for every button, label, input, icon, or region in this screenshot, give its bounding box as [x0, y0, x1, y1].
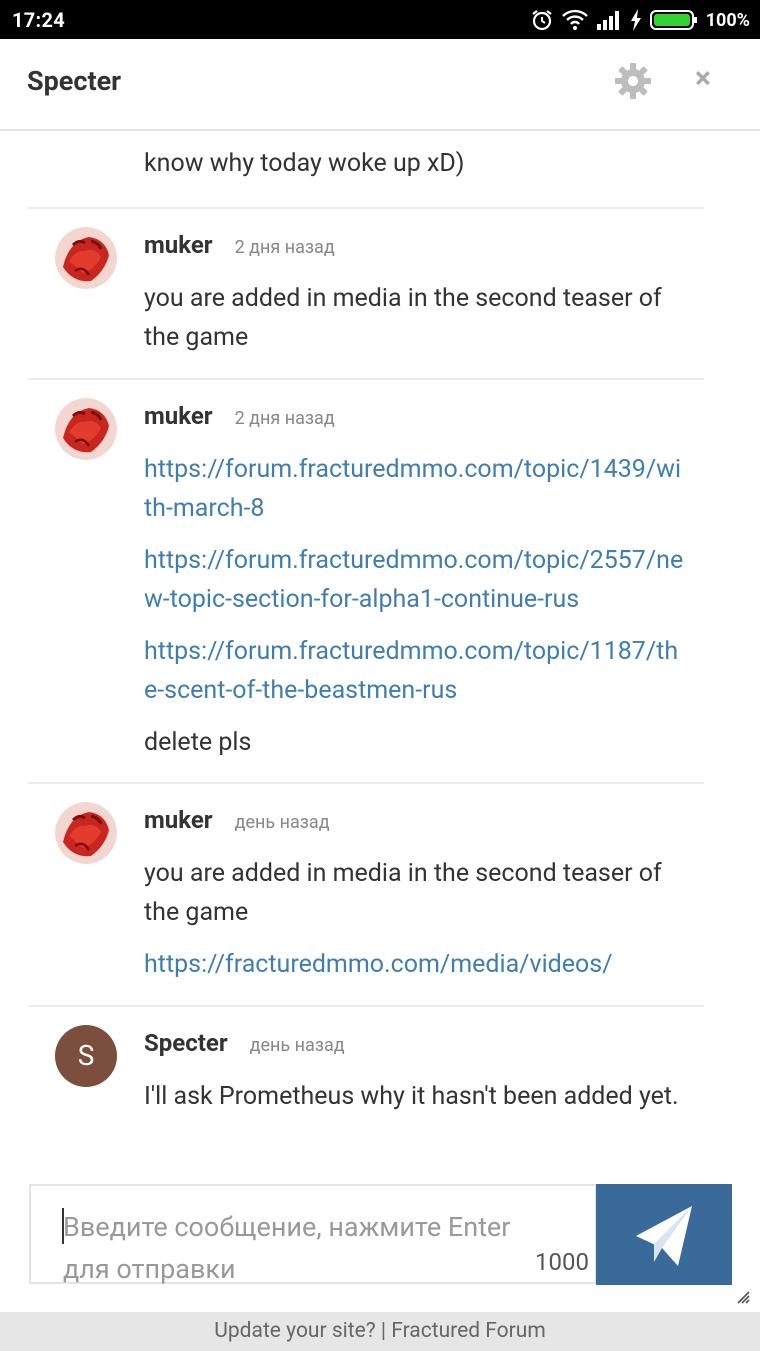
message-timestamp: день назад [249, 1035, 345, 1056]
message-author-name[interactable]: Specter [144, 1029, 228, 1057]
message-author[interactable]: muker 2 дня назад [144, 231, 335, 259]
message-body: you are added in media in the second tea… [144, 854, 684, 997]
message-partial: know why today woke up xD) [28, 131, 704, 209]
message-input[interactable]: Введите сообщение, нажмите Enter для отп… [29, 1184, 597, 1285]
battery-percent: 100% [705, 9, 750, 31]
charging-icon [630, 9, 641, 31]
chat-title: Specter [27, 65, 122, 97]
message-timestamp: день назад [234, 812, 330, 833]
avatar-image [55, 802, 117, 864]
message-author[interactable]: muker день назад [144, 806, 330, 834]
message-link[interactable]: https://fracturedmmo.com/media/videos/ [144, 950, 613, 979]
status-icons: 100% [530, 6, 750, 34]
avatar-image [55, 227, 117, 289]
message-author[interactable]: Specter день назад [144, 1029, 345, 1057]
message-item: muker 2 дня назад https://forum.fractured… [28, 380, 704, 784]
message-link[interactable]: https://forum.fracturedmmo.com/topic/255… [144, 546, 683, 614]
message-item: S Specter день назад I'll ask Prometheus … [28, 1007, 704, 1183]
signal-icon [596, 11, 619, 30]
message-text: you are added in media in the second tea… [144, 284, 662, 352]
message-author-name[interactable]: muker [144, 806, 213, 834]
message-body: you are added in media in the second tea… [144, 279, 684, 370]
avatar[interactable] [55, 802, 117, 864]
chat-header: Specter × [0, 39, 760, 131]
wifi-icon [561, 9, 588, 30]
message-author-name[interactable]: muker [144, 231, 213, 259]
message-author-name[interactable]: muker [144, 402, 213, 430]
message-text: delete pls [144, 728, 252, 757]
message-item: muker день назад you are added in media i… [28, 784, 704, 1007]
message-item: muker 2 дня назад you are added in media … [28, 209, 704, 380]
message-timestamp: 2 дня назад [234, 237, 335, 258]
message-link[interactable]: https://forum.fracturedmmo.com/topic/143… [144, 455, 681, 523]
message-body: I'll ask Prometheus why it hasn't been a… [144, 1077, 684, 1129]
status-time: 17:24 [12, 8, 66, 32]
char-counter: 1000 [535, 1248, 589, 1276]
footer-link[interactable]: Update your site? | Fractured Forum [214, 1319, 545, 1343]
alarm-icon [532, 10, 552, 31]
footer: Update your site? | Fractured Forum [0, 1312, 760, 1351]
avatar[interactable] [55, 227, 117, 289]
avatar[interactable]: S [55, 1025, 117, 1087]
send-icon [636, 1206, 692, 1266]
send-button[interactable] [596, 1184, 732, 1285]
avatar[interactable] [55, 398, 117, 460]
message-body: https://forum.fracturedmmo.com/topic/143… [144, 450, 684, 775]
gear-icon[interactable] [613, 61, 653, 101]
message-author[interactable]: muker 2 дня назад [144, 402, 335, 430]
message-input-placeholder: Введите сообщение, нажмите Enter для отп… [63, 1211, 511, 1285]
close-icon[interactable]: × [688, 61, 718, 97]
message-timestamp: 2 дня назад [234, 408, 335, 429]
message-text: I'll ask Prometheus why it hasn't been a… [144, 1082, 679, 1111]
battery-icon [649, 10, 697, 30]
message-list[interactable]: know why today woke up xD) muker 2 дня на… [0, 131, 760, 1183]
message-text: you are added in media in the second tea… [144, 859, 662, 927]
status-bar: 17:24 100% [0, 0, 760, 39]
resize-handle-icon[interactable] [736, 1290, 750, 1304]
message-link[interactable]: https://forum.fracturedmmo.com/topic/118… [144, 637, 678, 705]
message-partial-text: know why today woke up xD) [144, 149, 465, 178]
avatar-image [55, 398, 117, 460]
